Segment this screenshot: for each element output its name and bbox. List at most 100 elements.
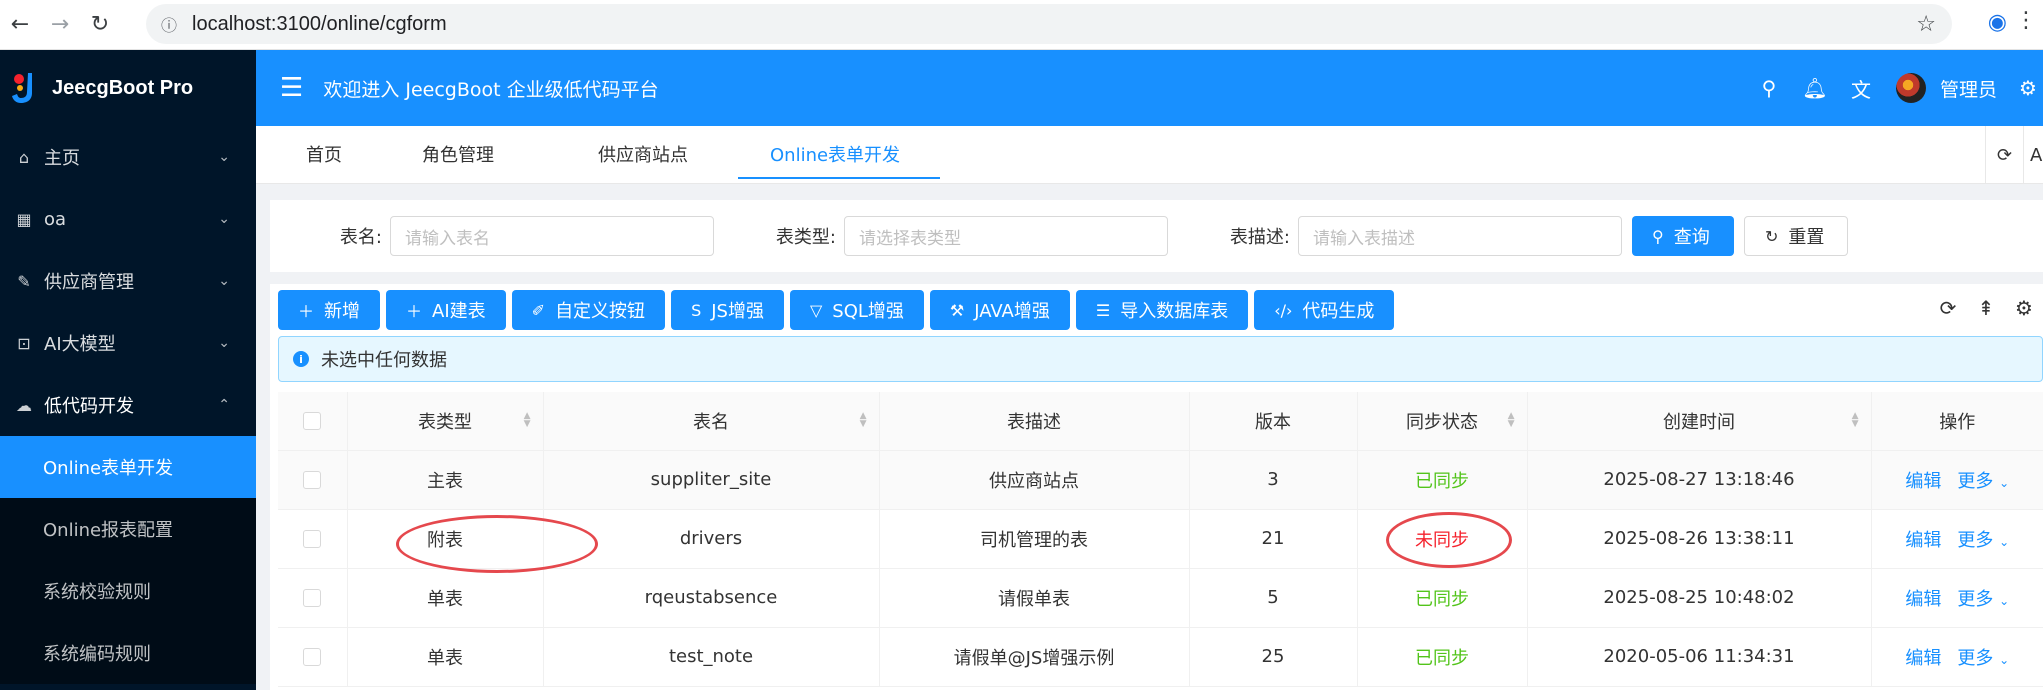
fullscreen-icon[interactable]: A <box>2023 126 2043 184</box>
column-header[interactable]: 表名 ▲ ▼ <box>543 392 880 451</box>
column-header[interactable]: 表类型 ▲ ▼ <box>347 392 544 451</box>
list-icon: ☰ <box>1095 300 1111 320</box>
sort-icon[interactable]: ▲ ▼ <box>860 412 867 429</box>
sort-icon[interactable]: ▲ ▼ <box>1508 412 1515 429</box>
reset-button[interactable]: ↻ 重置 <box>1744 216 1848 256</box>
chevron-down-icon: ⌄ <box>218 149 230 165</box>
table-name-label: 表名: <box>339 227 382 248</box>
ai-create-table-button[interactable]: ＋ AI建表 <box>386 290 506 330</box>
more-dropdown[interactable]: 更多 ⌄ <box>1957 648 2009 669</box>
more-dropdown[interactable]: 更多 ⌄ <box>1957 589 2009 610</box>
info-icon: i <box>293 351 309 367</box>
table-row[interactable]: 单表 test_note 请假单@JS增强示例 25 已同步 2020-05-0… <box>278 627 2043 687</box>
bell-icon[interactable]: 🔔︎ <box>1792 76 1838 100</box>
submenu-code-rules[interactable]: 系统编码规则 <box>0 622 256 684</box>
bookmark-star-icon[interactable]: ☆ <box>1916 12 1936 37</box>
menu-supplier[interactable]: ✎ 供应商管理 ⌄ <box>0 250 256 312</box>
chevron-down-icon: ⌄ <box>1999 475 2010 490</box>
code-icon: ‹/› <box>1274 300 1293 320</box>
sort-icon[interactable]: ▲ ▼ <box>524 412 531 429</box>
back-icon[interactable]: ← <box>0 5 40 45</box>
translate-icon[interactable]: 文 <box>1838 74 1884 103</box>
js-enhance-button[interactable]: S JS增强 <box>671 290 784 330</box>
select-all-cell <box>278 392 348 451</box>
cell-actions: 编辑 更多 ⌄ <box>1871 509 2043 569</box>
import-db-table-button[interactable]: ☰ 导入数据库表 <box>1075 290 1249 330</box>
reload-icon[interactable]: ↻ <box>80 5 120 45</box>
row-checkbox[interactable] <box>303 530 322 548</box>
site-info-icon[interactable]: ⓘ <box>154 12 184 36</box>
more-dropdown[interactable]: 更多 ⌄ <box>1957 530 2009 551</box>
address-bar[interactable]: ⓘ localhost:3100/online/cgform ☆ <box>146 4 1952 44</box>
column-header[interactable]: 创建时间 ▲ ▼ <box>1527 392 1872 451</box>
column-header-label: 创建时间 <box>1663 411 1735 433</box>
add-button[interactable]: ＋ 新增 <box>278 290 381 330</box>
table-row[interactable]: 单表 rqeustabsence 请假单表 5 已同步 2025-08-25 1… <box>278 568 2043 628</box>
search-icon[interactable]: ⚲ <box>1746 76 1792 100</box>
home-icon: ⌂ <box>18 147 30 167</box>
username[interactable]: 管理员 <box>1940 75 1997 102</box>
profile-icon[interactable]: ◉ <box>1988 10 2007 35</box>
forward-icon[interactable]: → <box>40 5 80 45</box>
column-height-icon[interactable]: ⇞ <box>1967 296 2005 320</box>
java-enhance-button[interactable]: ⚒ JAVA增强 <box>929 290 1070 330</box>
table-name-input[interactable]: 请输入表名 <box>390 216 714 256</box>
cell-status: 已同步 <box>1357 568 1528 628</box>
alert-text: 未选中任何数据 <box>321 350 447 371</box>
column-header: 操作 <box>1871 392 2043 451</box>
tab-supplier-site[interactable]: 供应商站点 <box>554 125 738 183</box>
edit-link[interactable]: 编辑 <box>1905 471 1941 492</box>
submenu-check-rules[interactable]: 系统校验规则 <box>0 560 256 622</box>
url-text[interactable]: localhost:3100/online/cgform <box>192 13 447 36</box>
column-header[interactable]: 同步状态 ▲ ▼ <box>1357 392 1528 451</box>
custom-button-button[interactable]: ✐ 自定义按钮 <box>511 290 666 330</box>
menu-lowcode[interactable]: ☁ 低代码开发 ⌃ <box>0 374 256 436</box>
edit-link[interactable]: 编辑 <box>1905 530 1941 551</box>
select-all-checkbox[interactable] <box>303 412 322 431</box>
table-row[interactable]: 主表 suppliter_site 供应商站点 3 已同步 2025-08-27… <box>278 450 2043 510</box>
table-desc-input[interactable]: 请输入表描述 <box>1298 216 1622 256</box>
cell-actions: 编辑 更多 ⌄ <box>1871 568 2043 628</box>
edit-link[interactable]: 编辑 <box>1905 648 1941 669</box>
code-generate-button[interactable]: ‹/› 代码生成 <box>1254 290 1395 330</box>
menu-home[interactable]: ⌂ 主页 ⌄ <box>0 126 256 188</box>
tab-online-form[interactable]: Online表单开发 <box>738 125 941 183</box>
sql-enhance-button[interactable]: ▽ SQL增强 <box>789 290 924 330</box>
cell-actions: 编辑 更多 ⌄ <box>1871 627 2043 687</box>
refresh-icon[interactable]: ⟳ <box>1929 296 1967 320</box>
row-checkbox[interactable] <box>303 589 322 607</box>
refresh-icon[interactable]: ⟳ <box>1985 126 2023 184</box>
more-dropdown[interactable]: 更多 ⌄ <box>1957 471 2009 492</box>
submenu-online-form[interactable]: Online表单开发 <box>0 436 256 498</box>
tab-role-management[interactable]: 角色管理 <box>382 125 554 183</box>
tab-home[interactable]: 首页 <box>256 125 382 183</box>
column-header: 表描述 <box>879 392 1190 451</box>
row-checkbox[interactable] <box>303 648 322 666</box>
add-label: 新增 <box>324 301 361 322</box>
cell-desc: 司机管理的表 <box>879 509 1190 569</box>
logo[interactable]: JeecgBoot Pro <box>0 50 256 126</box>
menu-fold-icon[interactable]: ☰ <box>280 73 303 103</box>
chevron-down-icon: ⌄ <box>218 273 230 289</box>
edit-link[interactable]: 编辑 <box>1905 589 1941 610</box>
gear-icon[interactable]: ⚙ <box>2005 296 2043 320</box>
menu-ai-model[interactable]: ⊡ AI大模型 ⌄ <box>0 312 256 374</box>
row-select-cell <box>278 568 348 628</box>
cell-version: 5 <box>1189 568 1358 628</box>
submenu-online-report[interactable]: Online报表配置 <box>0 498 256 560</box>
avatar[interactable] <box>1895 73 1926 103</box>
row-checkbox[interactable] <box>303 471 322 489</box>
plus-icon: ＋ <box>298 302 315 321</box>
jeecg-logo-icon <box>10 71 40 105</box>
menu-oa[interactable]: ▦ oa ⌄ <box>0 188 256 250</box>
column-header-label: 版本 <box>1255 411 1291 433</box>
cell-version: 21 <box>1189 509 1358 569</box>
more-label: 更多 <box>1957 588 1994 610</box>
browser-menu-icon[interactable]: ⋮ <box>2015 8 2037 33</box>
sort-icon[interactable]: ▲ ▼ <box>1852 412 1859 429</box>
menu-label: oa <box>44 208 67 230</box>
query-button[interactable]: ⚲ 查询 <box>1632 216 1734 256</box>
sidebar: JeecgBoot Pro ⌂ 主页 ⌄ ▦ oa ⌄ ✎ 供应商管理 ⌄ ⊡ … <box>0 50 256 690</box>
gear-icon[interactable]: ⚙ <box>2013 76 2043 100</box>
table-type-select[interactable]: 请选择表类型 <box>844 216 1168 256</box>
